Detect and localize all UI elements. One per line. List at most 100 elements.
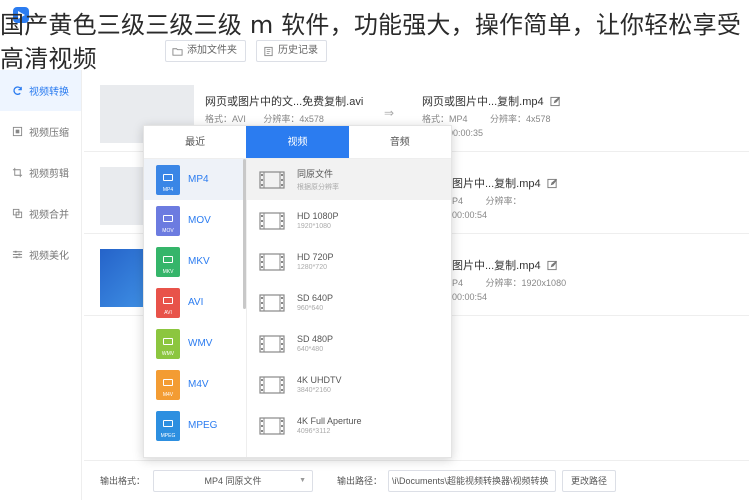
sidebar-item-compress[interactable]: 视频压缩 [0,111,81,152]
camera-glyph [163,378,173,386]
file-icon-label: MPEG [160,432,176,439]
resolution-name: 4K UHDTV [297,375,342,385]
sidebar-item-convert[interactable]: 视频转换 [0,70,81,111]
resolution-item[interactable]: 同原文件根据原分辨率 [247,159,451,200]
file-icon-label: M4V [162,391,174,398]
output-file-meta: 格式：MP4 分辨率：4x578 [422,112,551,125]
resolution-size: 960*640 [297,305,324,312]
resolution-name: 同原文件 [297,169,334,179]
format-item-m4v[interactable]: M4V M4V [144,364,246,405]
resolution-size: 根据原分辨率 [297,184,339,191]
format-picker-tabs: 最近 视频 音频 [144,126,451,159]
resolution-item[interactable]: 4K UHDTV 3840*2160 [247,364,451,405]
format-name: MPEG [188,420,218,431]
video-file-icon: AVI [156,287,180,318]
edit-icon[interactable] [550,96,561,107]
video-file-icon: MKV [156,246,180,277]
format-name: MP4 [188,174,209,185]
video-file-icon: MOV [156,205,180,236]
resolution-name: SD 640P [297,293,334,303]
file-icon-label: WMV [161,350,175,357]
file-icon-label: AVI [164,309,172,316]
format-item-mpeg[interactable]: MPEG MPEG [144,405,246,446]
format-name: MKV [188,256,210,267]
headline-overlay-text: 国产黄色三级三级三级 m 软件，功能强大，操作简单，让你轻松享受高清视频 [0,11,742,73]
film-icon [259,293,285,312]
resolution-text: HD 720P 1280*720 [297,252,334,271]
output-path-label: 输出路径： [337,476,383,486]
merge-icon [12,208,23,219]
resolution-name: HD 720P [297,252,334,262]
output-file-name: 图片中...复制.mp4 [452,257,558,273]
camera-glyph [163,296,173,304]
output-format-select[interactable]: MP4 同原文件 ▼ [153,469,314,492]
tab-video[interactable]: 视频 [246,126,349,158]
video-file-icon: MPEG [156,410,180,441]
sidebar-item-label: 视频美化 [29,251,69,262]
file-icon-label: MOV [162,227,174,234]
resolution-item[interactable]: SD 480P 640*480 [247,323,451,364]
output-format: 格式：MP4 [422,114,468,124]
output-file-name: 图片中...复制.mp4 [452,175,558,191]
output-settings-bar: 输出格式： MP4 同原文件 ▼ 输出路径： \i\Documents\超能视频… [84,460,749,500]
camera-glyph [163,214,173,222]
resolution-size: 640*480 [297,346,324,353]
format-item-mp4[interactable]: MP4 MP4 [144,159,246,200]
edit-icon[interactable] [547,260,558,271]
format-item-wmv[interactable]: WMV WMV [144,323,246,364]
format-item-avi[interactable]: AVI AVI [144,282,246,323]
crop-icon [12,167,23,178]
resolution-text: 4K Full Aperture 4096*3112 [297,416,362,435]
output-resolution: 分辨率：1920x1080 [485,278,567,288]
resolution-size: 3840*2160 [297,387,331,394]
resolution-size: 4096*3112 [297,428,331,435]
convert-arrow-icon: ⇒ [384,106,395,120]
output-file-meta: P4 分辨率：1920x1080 [452,276,566,289]
output-format-value: MP4 同原文件 [204,476,262,486]
sidebar-item-edit[interactable]: 视频剪辑 [0,152,81,193]
resolution-item[interactable]: HD 720P 1280*720 [247,241,451,282]
film-icon [259,211,285,230]
sidebar-item-beautify[interactable]: 视频美化 [0,234,81,275]
film-icon [259,252,285,271]
sliders-icon [12,250,23,259]
dropdown-caret-icon: ▼ [299,476,307,484]
sidebar-item-label: 视频剪辑 [29,169,69,180]
resolution-name: 4K Full Aperture [297,416,362,426]
resolution-item[interactable]: 4K Full Aperture 4096*3112 [247,405,451,446]
resolution-text: SD 480P 640*480 [297,334,333,353]
output-duration: 00:00:54 [452,210,488,220]
output-format-label: 输出格式： [100,476,146,486]
output-resolution: 分辨率： [485,196,522,206]
format-name: M4V [188,379,209,390]
source-resolution: 分辨率：4x578 [263,114,324,124]
output-format: P4 [452,196,464,206]
resolution-text: 同原文件根据原分辨率 [297,167,339,192]
format-item-mkv[interactable]: MKV MKV [144,241,246,282]
format-list-scrollbar[interactable] [243,159,246,309]
resolution-name: SD 480P [297,334,334,344]
resolution-text: SD 640P 960*640 [297,293,333,312]
sidebar-item-merge[interactable]: 视频合并 [0,193,81,234]
resolution-text: 4K UHDTV 3840*2160 [297,375,342,394]
source-file-meta: 格式：AVI 分辨率：4x578 [205,112,324,125]
camera-glyph [163,419,173,427]
resolution-list: 同原文件根据原分辨率 HD 1080P 1920*1080 HD 720P 1280*7… [247,159,451,457]
edit-icon[interactable] [547,178,558,189]
format-name: AVI [188,297,204,308]
tab-audio[interactable]: 音频 [349,126,451,158]
output-format: P4 [452,278,464,288]
tab-recent[interactable]: 最近 [144,126,246,158]
format-item-mov[interactable]: MOV MOV [144,200,246,241]
camera-glyph [163,173,173,181]
resolution-item[interactable]: SD 640P 960*640 [247,282,451,323]
sidebar-item-label: 视频转换 [29,87,69,98]
source-format: 格式：AVI [205,114,246,124]
change-path-button[interactable]: 更改路径 [562,469,617,492]
film-icon [259,416,285,435]
output-file-label: 图片中...复制.mp4 [452,260,541,272]
output-path-field[interactable]: \i\Documents\超能视频转换器\视频转换 [388,469,557,492]
camera-glyph [163,255,173,263]
film-icon [259,170,285,189]
resolution-item[interactable]: HD 1080P 1920*1080 [247,200,451,241]
